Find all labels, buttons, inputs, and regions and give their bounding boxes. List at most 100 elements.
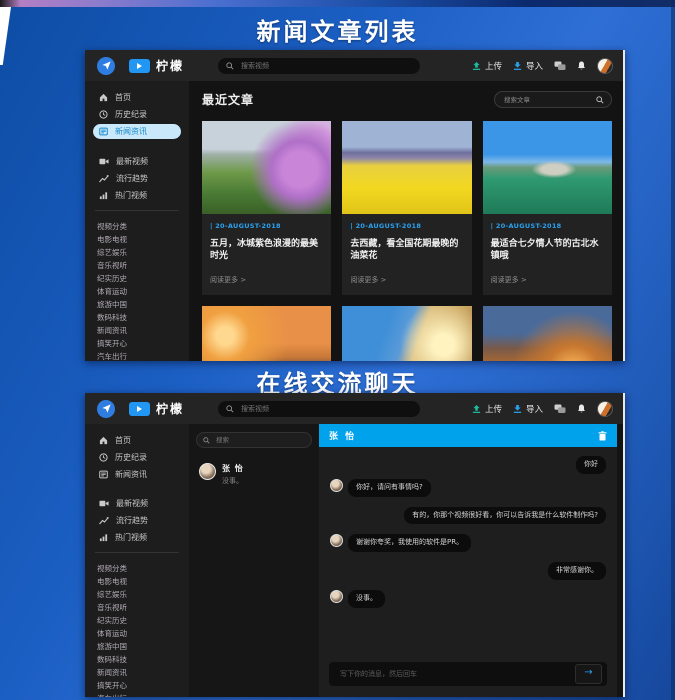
article-card[interactable]: | 20-AUGUST-2018 五月，冰城紫色浪漫的最美时光 阅读更多 > xyxy=(202,121,331,295)
video-search-input[interactable] xyxy=(239,61,412,71)
sidebar-category[interactable]: 综艺娱乐 xyxy=(97,246,181,259)
sidebar-item-trending[interactable]: 流行趋势 xyxy=(93,171,181,185)
sidebar-category[interactable]: 体育运动 xyxy=(97,627,181,640)
sidebar-category[interactable]: 旅游中国 xyxy=(97,298,181,311)
send-button[interactable]: → xyxy=(575,664,602,684)
video-search-box[interactable] xyxy=(218,58,420,74)
messages-button[interactable] xyxy=(554,404,566,414)
search-icon xyxy=(226,62,234,70)
message-input-bar: → xyxy=(329,662,607,686)
read-more-link[interactable]: 阅读更多 > xyxy=(491,275,604,285)
app-logo-icon[interactable] xyxy=(97,400,115,418)
video-search-box[interactable] xyxy=(218,401,420,417)
article-search-box[interactable] xyxy=(494,91,612,108)
message-incoming: 谢谢你夸奖，我使用的软件是PR。 xyxy=(330,534,606,552)
brand-name: 柠檬 xyxy=(156,400,184,417)
contact-item[interactable]: 张 怡 没事。 xyxy=(196,461,312,488)
sidebar-item-hot-videos[interactable]: 热门视频 xyxy=(93,188,181,202)
read-more-link[interactable]: 阅读更多 > xyxy=(350,275,463,285)
sidebar-item-trending[interactable]: 流行趋势 xyxy=(93,513,181,527)
sidebar-category[interactable]: 音乐视听 xyxy=(97,259,181,272)
video-search-input[interactable] xyxy=(239,404,412,414)
contact-last-message: 没事。 xyxy=(222,476,244,486)
sidebar-category[interactable]: 数码科技 xyxy=(97,311,181,324)
message-input[interactable] xyxy=(338,669,569,679)
peer-avatar xyxy=(330,590,343,603)
sidebar-label: 新闻资讯 xyxy=(115,469,147,480)
article-card[interactable] xyxy=(202,306,331,361)
sidebar-item-history[interactable]: 历史纪录 xyxy=(93,450,181,464)
sidebar-category[interactable]: 纪实历史 xyxy=(97,614,181,627)
article-date: | 20-AUGUST-2018 xyxy=(491,222,604,230)
brand-name: 柠檬 xyxy=(156,57,184,74)
sidebar-category[interactable]: 电影电视 xyxy=(97,575,181,588)
sidebar-item-home[interactable]: 首页 xyxy=(93,90,181,104)
chat-contact-panel: 张 怡 没事。 xyxy=(189,424,319,697)
home-icon xyxy=(99,93,108,102)
notifications-button[interactable] xyxy=(577,404,586,414)
user-avatar[interactable] xyxy=(597,58,613,74)
app-logo-icon[interactable] xyxy=(97,57,115,75)
sidebar-category[interactable]: 新闻资讯 xyxy=(97,666,181,679)
sidebar-label: 最新视频 xyxy=(116,156,148,167)
sidebar-category[interactable]: 综艺娱乐 xyxy=(97,588,181,601)
history-icon xyxy=(99,110,108,119)
sidebar-category[interactable]: 新闻资讯 xyxy=(97,324,181,337)
message-bubble: 没事。 xyxy=(348,590,385,608)
article-card-grid: | 20-AUGUST-2018 五月，冰城紫色浪漫的最美时光 阅读更多 > |… xyxy=(202,121,612,361)
article-image-rapeseed-field xyxy=(342,121,471,214)
sidebar-label: 新闻资讯 xyxy=(115,126,147,137)
sidebar-item-latest-videos[interactable]: 最新视频 xyxy=(93,496,181,510)
article-card[interactable]: | 20-AUGUST-2018 去西藏，看全国花期最晚的油菜花 阅读更多 > xyxy=(342,121,471,295)
article-search-input[interactable] xyxy=(502,95,592,105)
sidebar-item-news[interactable]: 新闻资讯 xyxy=(93,467,181,481)
upload-button[interactable]: 上传 xyxy=(472,60,502,72)
brand[interactable]: 柠檬 xyxy=(129,57,184,74)
article-card[interactable] xyxy=(342,306,471,361)
article-card[interactable]: | 20-AUGUST-2018 最适合七夕情人节的古北水镇哦 阅读更多 > xyxy=(483,121,612,295)
notifications-button[interactable] xyxy=(577,61,586,71)
upload-button[interactable]: 上传 xyxy=(472,403,502,415)
messages-button[interactable] xyxy=(554,61,566,71)
sidebar-category[interactable]: 纪实历史 xyxy=(97,272,181,285)
sidebar-item-news-active[interactable]: 新闻资讯 xyxy=(93,124,181,139)
peer-avatar xyxy=(330,534,343,547)
search-icon xyxy=(203,437,210,444)
brand[interactable]: 柠檬 xyxy=(129,400,184,417)
sidebar-category[interactable]: 旅游中国 xyxy=(97,640,181,653)
contact-search-box[interactable] xyxy=(196,432,312,448)
news-icon xyxy=(99,127,108,136)
navbar: 柠檬 上传 导入 xyxy=(85,393,625,424)
import-icon xyxy=(513,61,522,71)
chat-content: 张 怡 没事。 张 怡 你好 xyxy=(189,424,625,697)
sidebar-item-history[interactable]: 历史纪录 xyxy=(93,107,181,121)
play-logo-icon xyxy=(129,59,150,73)
import-button[interactable]: 导入 xyxy=(513,60,543,72)
news-icon xyxy=(99,470,108,479)
sidebar-label: 热门视频 xyxy=(115,190,147,201)
user-avatar[interactable] xyxy=(597,401,613,417)
read-more-link[interactable]: 阅读更多 > xyxy=(210,275,323,285)
sidebar-category[interactable]: 视频分类 xyxy=(97,562,181,575)
upload-label: 上传 xyxy=(485,60,502,72)
sidebar-category[interactable]: 视频分类 xyxy=(97,220,181,233)
sidebar-category[interactable]: 汽车出行 xyxy=(97,350,181,361)
sidebar-category[interactable]: 体育运动 xyxy=(97,285,181,298)
contact-search-input[interactable] xyxy=(214,435,305,445)
sidebar-category[interactable]: 数码科技 xyxy=(97,653,181,666)
bar-chart-icon xyxy=(99,191,108,200)
sidebar-category[interactable]: 汽车出行 xyxy=(97,692,181,697)
sidebar-category[interactable]: 音乐视听 xyxy=(97,601,181,614)
sidebar-category[interactable]: 电影电视 xyxy=(97,233,181,246)
sidebar-item-hot-videos[interactable]: 热门视频 xyxy=(93,530,181,544)
sidebar-item-home[interactable]: 首页 xyxy=(93,433,181,447)
article-image-stone-bridge xyxy=(483,121,612,214)
sidebar-item-latest-videos[interactable]: 最新视频 xyxy=(93,154,181,168)
article-card[interactable] xyxy=(483,306,612,361)
sidebar-label: 最新视频 xyxy=(116,498,148,509)
import-button[interactable]: 导入 xyxy=(513,403,543,415)
delete-conversation-button[interactable] xyxy=(598,431,607,441)
sidebar-category[interactable]: 搞笑开心 xyxy=(97,679,181,692)
upload-icon xyxy=(472,404,481,414)
sidebar-category[interactable]: 搞笑开心 xyxy=(97,337,181,350)
